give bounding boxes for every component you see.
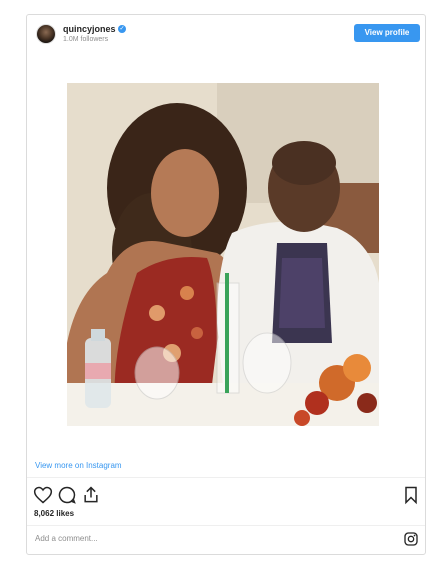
username-link[interactable]: quincyjones xyxy=(63,24,116,34)
post-header: quincyjones ✓ 1.0M followers View profil… xyxy=(27,15,425,55)
share-icon[interactable] xyxy=(81,485,101,505)
post-photo-image xyxy=(67,83,379,426)
follower-count: 1.0M followers xyxy=(63,36,109,43)
add-comment-input[interactable]: Add a comment... xyxy=(35,534,98,543)
instagram-icon[interactable] xyxy=(403,531,419,547)
bookmark-icon[interactable] xyxy=(401,485,421,505)
comment-icon[interactable] xyxy=(57,485,77,505)
view-profile-button[interactable]: View profile xyxy=(354,24,420,42)
verified-badge-icon: ✓ xyxy=(118,25,126,33)
view-more-on-instagram-link[interactable]: View more on Instagram xyxy=(35,461,122,470)
post-photo[interactable] xyxy=(67,83,379,426)
divider xyxy=(27,525,425,526)
post-actions xyxy=(33,485,421,505)
divider xyxy=(27,477,425,478)
like-count[interactable]: 8,062 likes xyxy=(34,509,74,518)
heart-icon[interactable] xyxy=(33,485,53,505)
avatar[interactable] xyxy=(36,24,56,44)
instagram-embed-card: quincyjones ✓ 1.0M followers View profil… xyxy=(26,14,426,555)
